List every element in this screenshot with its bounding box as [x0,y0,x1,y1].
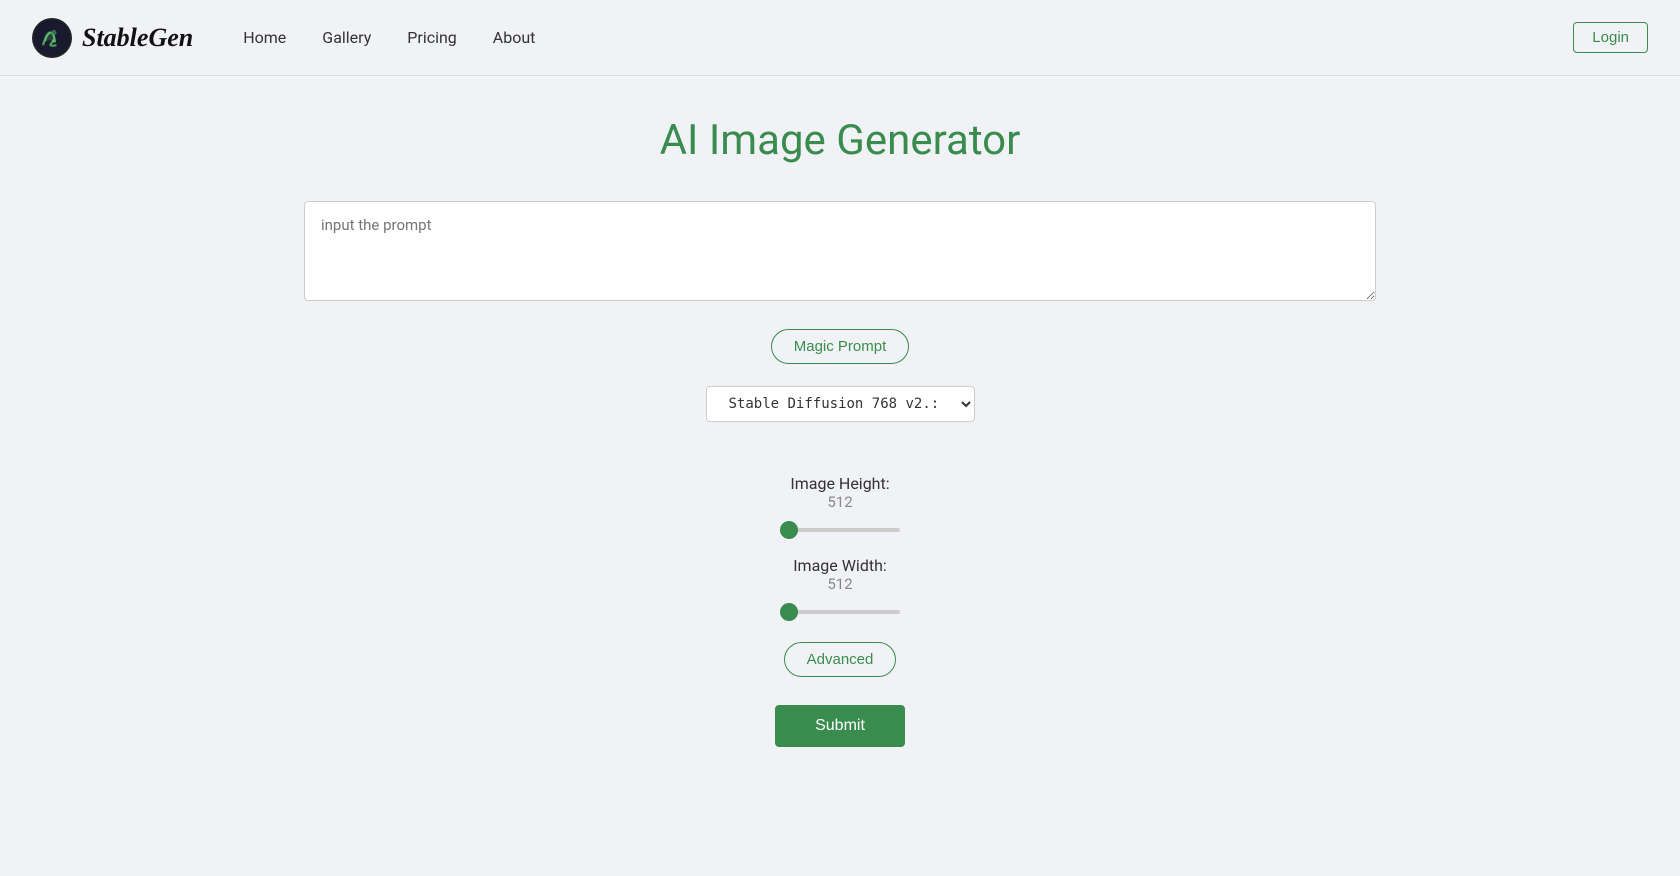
image-width-slider[interactable] [780,610,900,614]
image-width-value: 512 [827,575,852,593]
image-width-label: Image Width: [793,556,887,575]
login-button[interactable]: Login [1573,22,1648,53]
brand-link[interactable]: StableGen [32,18,193,58]
main-content: AI Image Generator Magic Prompt Stable D… [0,76,1680,807]
nav-home[interactable]: Home [225,0,304,76]
page-title: AI Image Generator [660,116,1021,165]
controls-wrapper: Image Height: 512 Image Width: 512 Advan… [775,458,905,747]
brand-logo [32,18,72,58]
image-height-slider-container [780,517,900,536]
nav-gallery[interactable]: Gallery [304,0,389,76]
image-height-slider[interactable] [780,528,900,532]
prompt-input[interactable] [304,201,1376,301]
nav-links: Home Gallery Pricing About [225,0,553,76]
submit-button[interactable]: Submit [775,705,905,747]
brand-title: StableGen [82,23,193,53]
nav-pricing[interactable]: Pricing [389,0,475,76]
navbar: StableGen Home Gallery Pricing About Log… [0,0,1680,76]
image-height-value: 512 [827,493,852,511]
navbar-right: Login [1573,22,1648,53]
nav-about[interactable]: About [475,0,554,76]
image-width-slider-container [780,599,900,618]
model-select[interactable]: Stable Diffusion 768 v2.: Stable Diffusi… [706,386,975,422]
magic-prompt-button[interactable]: Magic Prompt [771,329,910,364]
advanced-button[interactable]: Advanced [784,642,897,677]
image-height-label: Image Height: [790,474,889,493]
